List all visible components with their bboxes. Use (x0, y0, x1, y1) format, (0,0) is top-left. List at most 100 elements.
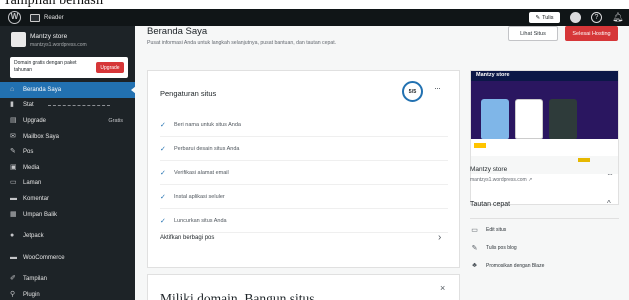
setup-task[interactable]: ✓ Beri nama untuk situs Anda (160, 113, 448, 137)
sidebar-item-label: Mailbox Saya (23, 133, 60, 140)
setup-task[interactable]: ✓ Luncurkan situs Anda (160, 209, 448, 233)
enable-post-sharing-link[interactable]: Aktifkan berbagi pos (160, 235, 214, 241)
checkmark-icon: ✓ (160, 145, 166, 153)
setup-title: Pengaturan situs (160, 89, 217, 98)
preview-more-icon[interactable]: ··· (607, 170, 613, 179)
preview-banner (471, 81, 618, 139)
quick-link-label: Edit situs (486, 227, 507, 233)
edit-site-icon: ▭ (471, 227, 478, 234)
divider (470, 218, 619, 219)
sidebar-item-comment[interactable]: ▬ Komentar (0, 191, 135, 207)
sidebar-item-feedback[interactable]: ▦ Umpan Balik (0, 207, 135, 223)
quick-link[interactable]: ♣ Promosikan dengan Blaze (470, 262, 544, 269)
sidebar-item-label: Upgrade (23, 117, 47, 124)
plugin-icon: ⚲ (10, 290, 16, 298)
page: Tampilan berhasil W Reader ✎ Tulis ? 🔔︎ … (0, 0, 629, 300)
notification-bell-icon[interactable]: 🔔︎ (612, 11, 623, 23)
reader-icon (30, 13, 40, 22)
setup-task[interactable]: ✓ Verifikasi alamat email (160, 161, 448, 185)
sidebar-item-label: Tampilan (23, 276, 48, 283)
appearance-icon: ✐ (10, 275, 16, 283)
view-site-button[interactable]: Lihat Situs (508, 26, 558, 41)
upgrade-nudge: Domain gratis dengan paket tahunan Upgra… (10, 57, 128, 78)
preview-tag (474, 143, 486, 148)
reader-label: Reader (44, 14, 64, 21)
sidebar-item-mail[interactable]: ✉ Mailbox Saya (0, 129, 135, 145)
preview-button (578, 158, 590, 162)
sidebar-item-page[interactable]: ▭ Laman (0, 176, 135, 192)
page-title: Beranda Saya (147, 26, 208, 37)
pin-icon: ✎ (10, 148, 16, 156)
setup-task-label: Perbarui desain situs Anda (174, 145, 240, 152)
site-setup-card: Pengaturan situs 5/5 ··· ✓ Beri nama untu… (147, 70, 460, 268)
setup-progress-ring: 5/5 (402, 81, 423, 102)
sidebar-item-label: Komentar (23, 195, 50, 202)
admin-bar: W Reader ✎ Tulis ? 🔔︎ (0, 9, 629, 26)
feedback-icon: ▦ (10, 210, 17, 218)
sidebar-item-upgrade[interactable]: ▤ Upgrade Gratis (0, 113, 135, 129)
plan-badge: Gratis (108, 117, 123, 124)
woo-icon: ▬ (10, 253, 17, 261)
mail-icon: ✉ (10, 132, 16, 140)
sidebar-item-appearance[interactable]: ✐ Tampilan (0, 272, 135, 288)
site-preview-image: Mantzy store (471, 71, 618, 174)
sidebar-item-jetpack[interactable]: ● Jetpack (0, 228, 135, 244)
site-switcher[interactable]: Mantzy store mantzys1.wordpress.com (0, 26, 135, 56)
quick-links-title: Tautan cepat (470, 201, 511, 208)
sidebar-item-label: Laman (23, 180, 42, 187)
sidebar-item-media[interactable]: ▣ Media (0, 160, 135, 176)
checkmark-icon: ✓ (160, 121, 166, 129)
blaze-icon: ♣ (472, 262, 477, 269)
title-strip: Tampilan berhasil (0, 0, 629, 9)
sidebar-item-stats[interactable]: ▮ Stat (0, 98, 135, 114)
site-preview-card[interactable]: Mantzy store (470, 70, 619, 205)
sidebar-item-label: WooCommerce (23, 254, 65, 261)
quick-link[interactable]: ▭ Edit situs (470, 226, 506, 234)
preview-header: Mantzy store (471, 71, 618, 81)
reader-link[interactable]: Reader (30, 12, 64, 23)
help-icon[interactable]: ? (591, 12, 602, 23)
setup-task-label: Luncurkan situs Anda (174, 217, 227, 224)
sidebar: Mantzy store mantzys1.wordpress.com Doma… (0, 26, 136, 300)
site-url: mantzys1.wordpress.com (30, 42, 87, 48)
sidebar-item-woo[interactable]: ▬ WooCommerce (0, 250, 135, 266)
site-name: Mantzy store (30, 33, 68, 40)
checkmark-icon: ✓ (160, 193, 166, 201)
sidebar-item-pin[interactable]: ✎ Pos (0, 144, 135, 160)
more-options-icon[interactable]: ··· (434, 83, 441, 93)
chevron-up-icon[interactable]: ^ (607, 199, 611, 208)
sidebar-item-home[interactable]: ⌂ Beranda Saya (0, 82, 136, 98)
close-icon[interactable]: × (440, 283, 445, 293)
title-strip-text: Tampilan berhasil (3, 0, 104, 8)
setup-task-label: Instal aplikasi seluler (174, 193, 225, 200)
domain-card: Miliki domain. Bangun situs. × (147, 274, 460, 300)
jersey-image (515, 99, 543, 139)
preview-site-name: Mantzy store (470, 166, 508, 173)
home-icon: ⌂ (10, 85, 15, 93)
stats-icon: ▮ (10, 101, 14, 109)
wordpress-logo-icon[interactable]: W (8, 11, 21, 24)
checkmark-icon: ✓ (160, 169, 166, 177)
setup-task[interactable]: ✓ Perbarui desain situs Anda (160, 137, 448, 161)
quick-link[interactable]: ✎ Tulis pos blog (470, 244, 517, 252)
main-content: Beranda Saya Pusat informasi Anda untuk … (135, 26, 629, 300)
setup-task[interactable]: ✓ Instal aplikasi seluler (160, 185, 448, 209)
sidebar-item-plugin[interactable]: ⚲ Plugin (0, 287, 135, 300)
comment-icon: ▬ (10, 194, 17, 202)
chevron-right-icon[interactable]: › (438, 232, 441, 243)
avatar[interactable] (570, 12, 581, 23)
upgrade-button[interactable]: Upgrade (96, 62, 124, 73)
jersey-image (481, 99, 509, 139)
write-button[interactable]: ✎ Tulis (529, 12, 560, 23)
write-button-label: Tulis (542, 14, 554, 21)
finish-hosting-button[interactable]: Selesai Hosting (565, 26, 618, 41)
page-subtitle: Pusat informasi Anda untuk langkah selan… (147, 40, 337, 46)
sidebar-item-label: Plugin (23, 291, 40, 298)
jetpack-icon: ● (10, 232, 15, 240)
preview-site-url[interactable]: mantzys1.wordpress.com ↗ (470, 177, 532, 183)
setup-task-label: Verifikasi alamat email (174, 169, 229, 176)
write-icon: ✎ (471, 245, 478, 252)
media-icon: ▣ (10, 163, 17, 171)
site-icon (11, 32, 26, 47)
stats-sparkline (48, 104, 110, 106)
